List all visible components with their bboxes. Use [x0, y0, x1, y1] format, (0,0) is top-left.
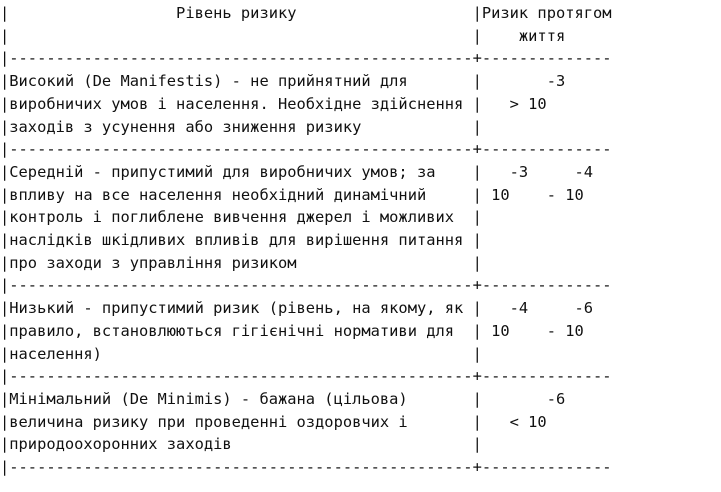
table-line: |заходів з усунення або зниження ризику … [0, 117, 482, 136]
table-line: | Рівень ризику |Ризик протягом [0, 4, 612, 22]
table-line: |---------------------------------------… [0, 49, 612, 68]
table-line: |виробничих умов і населення. Необхідне … [0, 94, 547, 113]
table-line: |Мінімальний (De Minimis) - бажана (ціль… [0, 389, 566, 408]
table-line: |---------------------------------------… [0, 367, 612, 386]
risk-level-table: | Рівень ризику |Ризик протягом | | житт… [0, 0, 721, 492]
table-line: | | життя [0, 26, 566, 45]
table-line: |Середній - припустимий для виробничих у… [0, 162, 594, 181]
table-line: |Високий (De Manifestis) - не прийнятний… [0, 72, 566, 91]
table-line: |наслідків шкідливих впливів для вирішен… [0, 231, 482, 249]
table-line: |---------------------------------------… [0, 458, 612, 476]
table-line: |контроль і поглиблене вивчення джерел і… [0, 208, 482, 227]
table-line: |Низький - припустимий ризик (рівень, на… [0, 299, 594, 318]
table-line: |природоохоронних заходів | [0, 435, 482, 454]
table-line: |населення) | [0, 344, 482, 363]
table-line: |величина ризику при проведенні оздоровч… [0, 412, 547, 431]
table-line: |---------------------------------------… [0, 276, 612, 295]
table-line: |правило, встановлюються гігієнічні норм… [0, 321, 584, 340]
table-line: |впливу на все населення необхідний дина… [0, 185, 584, 204]
table-line: |---------------------------------------… [0, 140, 612, 159]
table-line: |про заходи з управління ризиком | [0, 253, 482, 272]
